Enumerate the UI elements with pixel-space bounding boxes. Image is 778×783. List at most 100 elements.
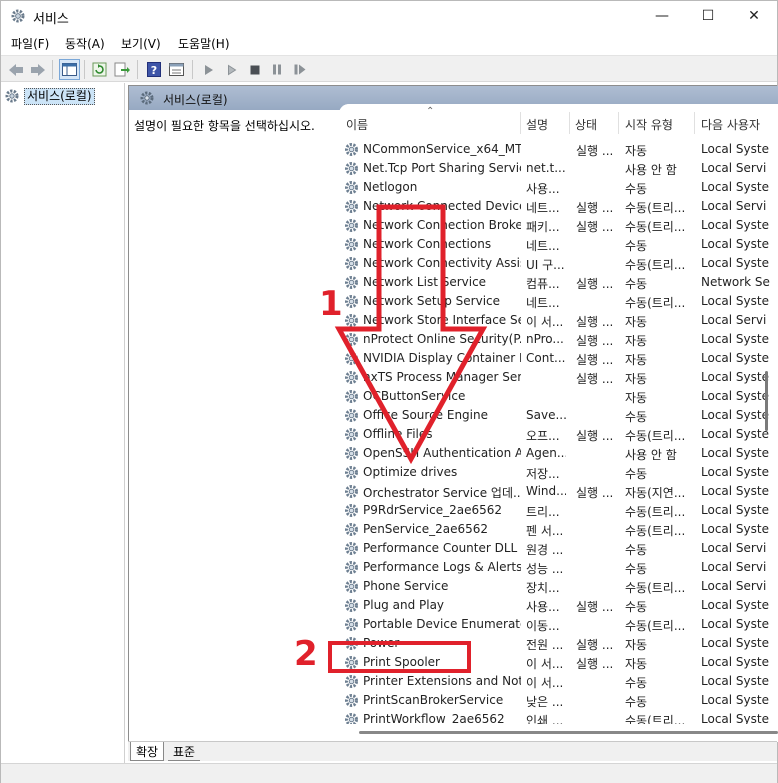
service-row[interactable]: Performance Counter DLL ... 원경 ... 수동 Local… <box>339 539 778 558</box>
vertical-scroll-thumb[interactable] <box>765 371 768 431</box>
column-description[interactable]: 설명 <box>526 116 548 133</box>
service-startup-type: 자동 <box>625 334 648 348</box>
properties-icon <box>169 63 184 76</box>
service-row[interactable]: PenService_2ae6562 펜 서... 수동(트리... Local Sy… <box>339 520 778 539</box>
service-row[interactable]: PrintScanBrokerService 낮은 ... 수동 Local Syst… <box>339 691 778 710</box>
tab-extended[interactable]: 확장 <box>130 742 165 761</box>
service-startup-type: 자동 <box>625 144 648 158</box>
service-description: net.t... <box>526 161 566 175</box>
column-splitter[interactable] <box>618 112 619 134</box>
tree-item-label: 서비스(로컬) <box>24 87 95 105</box>
column-logon-as[interactable]: 다음 사용자 <box>701 116 760 133</box>
service-status: 실행 ... <box>576 657 614 671</box>
service-status: 실행 ... <box>576 201 614 215</box>
show-hide-console-tree-button[interactable] <box>59 59 80 80</box>
service-gear-icon <box>345 523 358 536</box>
service-logon-as: Local Syste <box>701 256 769 270</box>
service-startup-type: 수동(트리... <box>625 619 686 633</box>
service-description: 컴퓨... <box>526 277 560 291</box>
service-logon-as: Local Syste <box>701 332 769 346</box>
service-row[interactable]: Performance Logs & Alerts 성능 ... 수동 Local S… <box>339 558 778 577</box>
service-row[interactable]: Orchestrator Service 업데... Wind... 실행 ... 자… <box>339 482 778 501</box>
service-startup-type: 수동 <box>625 239 648 253</box>
service-startup-type: 수동(트리... <box>625 524 686 538</box>
horizontal-scrollbar[interactable] <box>339 724 778 742</box>
service-row[interactable]: Netlogon 사용... 수동 Local Syste <box>339 178 778 197</box>
service-row[interactable]: Phone Service 장치... 수동(트리... Local Servi <box>339 577 778 596</box>
column-startup-type[interactable]: 시작 유형 <box>625 116 673 133</box>
service-row[interactable]: Plug and Play 사용... 실행 ... 수동 Local Syste <box>339 596 778 615</box>
service-row[interactable]: NCommonService_x64_MT 실행 ... 자동 Local Syste <box>339 140 778 159</box>
toolbar-separator <box>84 60 85 79</box>
help-button[interactable]: ? <box>143 59 164 80</box>
service-row[interactable]: Net.Tcp Port Sharing Service net.t... 사용 안… <box>339 159 778 178</box>
service-name: Phone Service <box>363 579 449 593</box>
service-description: Wind... <box>526 484 566 498</box>
service-gear-icon <box>345 143 358 156</box>
forward-button[interactable] <box>27 59 48 80</box>
column-splitter[interactable] <box>520 112 521 134</box>
service-description: Save... <box>526 408 566 422</box>
maximize-button[interactable]: ☐ <box>685 1 731 31</box>
export-list-button[interactable] <box>111 59 132 80</box>
service-logon-as: Local Servi <box>701 579 767 593</box>
service-logon-as: Local Syste <box>701 522 769 536</box>
start-service-alt-button[interactable] <box>221 59 242 80</box>
forward-arrow-icon <box>30 63 45 76</box>
service-status: 실행 ... <box>576 315 614 329</box>
service-startup-type: 수동(트리... <box>625 505 686 519</box>
service-gear-icon <box>345 485 358 498</box>
service-logon-as: Local Servi <box>701 541 767 555</box>
service-name: Plug and Play <box>363 598 445 612</box>
title-bar: 서비스 — ☐ ✕ <box>1 1 777 31</box>
start-service-button[interactable] <box>198 59 219 80</box>
close-button[interactable]: ✕ <box>731 1 777 31</box>
column-name[interactable]: 이름 <box>346 116 368 133</box>
service-gear-icon <box>345 561 358 574</box>
menu-file[interactable]: 파일(F) <box>11 35 49 52</box>
column-splitter[interactable] <box>694 112 695 134</box>
service-row[interactable]: Printer Extensions and Noti... 이 서... 수동 Lo… <box>339 672 778 691</box>
services-gear-icon <box>140 91 154 105</box>
service-status: 실행 ... <box>576 220 614 234</box>
service-startup-type: 수동(트리... <box>625 201 686 215</box>
restart-service-button[interactable] <box>289 59 310 80</box>
stop-service-button[interactable] <box>244 59 265 80</box>
service-description: nPro... <box>526 332 564 346</box>
service-startup-type: 수동(트리... <box>625 296 686 310</box>
pause-icon <box>272 64 281 75</box>
properties-button[interactable] <box>166 59 187 80</box>
service-gear-icon <box>345 580 358 593</box>
column-status[interactable]: 상태 <box>575 116 597 133</box>
service-logon-as: Local Syste <box>701 484 769 498</box>
service-description: 이 서... <box>526 676 564 690</box>
tab-standard[interactable]: 표준 <box>168 742 201 761</box>
refresh-button[interactable] <box>89 59 110 80</box>
service-description: 펜 서... <box>526 524 564 538</box>
service-logon-as: Local Syste <box>701 617 769 631</box>
stop-icon <box>250 65 259 74</box>
service-description: 낮은 ... <box>526 695 564 709</box>
menu-help[interactable]: 도움말(H) <box>178 35 230 52</box>
service-description: 패키... <box>526 220 560 234</box>
menu-action[interactable]: 동작(A) <box>65 35 105 52</box>
service-description: 전원 ... <box>526 638 564 652</box>
menu-view[interactable]: 보기(V) <box>121 35 161 52</box>
service-gear-icon <box>345 181 358 194</box>
service-description: Cont... <box>526 351 566 365</box>
svg-text:?: ? <box>150 64 156 77</box>
service-description: 사용... <box>526 182 560 196</box>
service-startup-type: 자동 <box>625 372 648 386</box>
minimize-button[interactable]: — <box>639 1 685 31</box>
service-startup-type: 사용 안 함 <box>625 448 677 462</box>
back-button[interactable] <box>5 59 26 80</box>
service-name: Portable Device Enumerato... <box>363 617 521 631</box>
tree-item-services-local[interactable]: 서비스(로컬) <box>4 87 95 105</box>
service-startup-type: 자동 <box>625 353 648 367</box>
service-description: 네트... <box>526 239 560 253</box>
service-row[interactable]: P9RdrService_2ae6562 트리... 수동(트리... Local S… <box>339 501 778 520</box>
horizontal-scroll-thumb[interactable] <box>359 731 778 734</box>
pause-service-button[interactable] <box>266 59 287 80</box>
column-splitter[interactable] <box>569 112 570 134</box>
service-row[interactable]: Portable Device Enumerato... 이동... 수동(트리..… <box>339 615 778 634</box>
